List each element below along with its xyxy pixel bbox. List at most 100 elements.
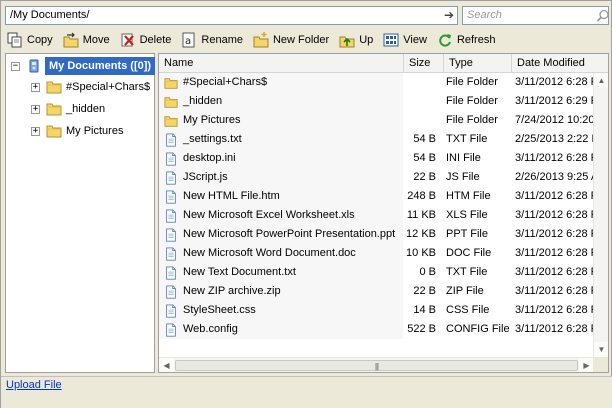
file-name: New Microsoft PowerPoint Presentation.pp… [183, 228, 396, 240]
tree-item[interactable]: + #Special+Chars$ [31, 78, 150, 96]
file-name: desktop.ini [183, 152, 236, 164]
address-input[interactable]: /My Documents/ [5, 6, 458, 25]
table-row[interactable]: New Microsoft Word Document.doc 10 KB DOC … [159, 244, 608, 263]
file-name: _hidden [183, 95, 223, 107]
file-type: File Folder [446, 76, 498, 88]
address-row: /My Documents/ ➔ Search [5, 5, 609, 27]
file-type: HTM File [446, 190, 491, 202]
file-icon [166, 284, 176, 299]
file-size: 522 B [407, 323, 436, 335]
table-row[interactable]: New ZIP archive.zip 22 B ZIP File 3/11/2012… [159, 282, 608, 301]
toolbar: Copy Move Delete a Rename New Folder Up … [5, 29, 609, 51]
scroll-down-icon[interactable]: ▼ [594, 342, 608, 357]
tree-root-label: My Documents ([0]) [45, 57, 156, 75]
expand-icon[interactable]: + [31, 126, 40, 136]
scroll-up-icon[interactable]: ▲ [594, 73, 608, 88]
file-name: New Microsoft Excel Worksheet.xls [183, 209, 355, 221]
tree-item[interactable]: + My Pictures [31, 122, 123, 140]
name-cell: New Microsoft PowerPoint Presentation.pp… [164, 225, 404, 244]
scroll-right-icon[interactable]: ▶ [579, 358, 594, 372]
expand-icon[interactable]: + [31, 82, 40, 92]
file-type: CONFIG File [446, 323, 510, 335]
folder-icon [164, 96, 178, 108]
folder-icon [164, 115, 178, 127]
file-type: File Folder [446, 95, 498, 107]
file-icon [166, 189, 176, 204]
file-type: INI File [446, 152, 481, 164]
file-size: 11 KB [406, 209, 436, 221]
magnifier-icon[interactable] [596, 9, 610, 23]
expand-icon[interactable]: + [31, 104, 40, 114]
file-size: 14 B [413, 304, 436, 316]
horizontal-scrollbar[interactable]: ◀ ||| ▶ [159, 357, 594, 372]
column-type[interactable]: Type [444, 54, 512, 73]
up-button[interactable]: Up [337, 30, 377, 50]
name-cell: New HTML File.htm [164, 187, 404, 206]
file-type: TXT File [446, 133, 488, 145]
file-name: StyleSheet.css [183, 304, 256, 316]
column-date[interactable]: Date Modified [512, 54, 608, 73]
name-cell: My Pictures [164, 111, 404, 130]
file-list: Name Size Type Date Modified #Special+Ch… [158, 53, 609, 373]
file-icon [166, 208, 176, 223]
tree-item[interactable]: + _hidden [31, 100, 105, 118]
name-cell: _hidden [164, 92, 404, 111]
file-size: 12 KB [406, 228, 436, 240]
folder-icon [46, 125, 62, 138]
svg-text:a: a [185, 36, 191, 47]
table-row[interactable]: #Special+Chars$ File Folder 3/11/2012 6:28… [159, 73, 608, 92]
upload-file-link[interactable]: Upload File [6, 379, 62, 391]
scroll-left-icon[interactable]: ◀ [159, 358, 174, 372]
file-size: 22 B [413, 171, 436, 183]
table-row[interactable]: New Microsoft Excel Worksheet.xls 11 KB XL… [159, 206, 608, 225]
column-size[interactable]: Size [404, 54, 444, 73]
file-icon [166, 322, 176, 337]
copy-button[interactable]: Copy [5, 30, 57, 50]
vertical-scrollbar[interactable]: ▲ ▼ [593, 73, 608, 357]
file-size [404, 92, 436, 111]
view-grid-icon [383, 33, 399, 47]
new-folder-button[interactable]: New Folder [251, 30, 333, 50]
name-cell: New Microsoft Excel Worksheet.xls [164, 206, 404, 225]
table-row[interactable]: Web.config 522 B CONFIG File 3/11/2012 6:28… [159, 320, 608, 339]
arrow-right-icon[interactable]: ➔ [442, 8, 456, 22]
table-row[interactable]: desktop.ini 54 B INI File 3/11/2012 6:28 PM [159, 149, 608, 168]
scroll-thumb[interactable]: ||| [175, 360, 578, 371]
table-row[interactable]: JScript.js 22 B JS File 2/26/2013 9:25 AM [159, 168, 608, 187]
folder-up-icon [339, 36, 355, 48]
search-input[interactable]: Search [462, 6, 609, 25]
rename-button[interactable]: a Rename [179, 30, 247, 50]
table-row[interactable]: _settings.txt 54 B TXT File 2/25/2013 2:22 … [159, 130, 608, 149]
move-button[interactable]: Move [61, 30, 114, 50]
collapse-icon[interactable]: − [11, 61, 20, 71]
tree-item-label: #Special+Chars$ [66, 81, 151, 93]
folder-icon [164, 77, 178, 89]
file-name: New Text Document.txt [183, 266, 296, 278]
file-size: 22 B [413, 285, 436, 297]
file-icon [166, 265, 176, 280]
name-cell: StyleSheet.css [164, 301, 404, 320]
refresh-button[interactable]: Refresh [435, 30, 500, 50]
file-type: JS File [446, 171, 480, 183]
column-name[interactable]: Name [159, 54, 404, 73]
move-label: Move [82, 34, 110, 46]
file-name: Web.config [183, 323, 238, 335]
name-cell: desktop.ini [164, 149, 404, 168]
delete-button[interactable]: Delete [118, 30, 176, 50]
view-button[interactable]: View [381, 30, 431, 50]
delete-label: Delete [139, 34, 172, 46]
tree-root[interactable]: − My Documents ([0]) [11, 57, 156, 75]
table-row[interactable]: New Text Document.txt 0 B TXT File 3/11/201… [159, 263, 608, 282]
my-documents-icon [29, 59, 39, 73]
rename-icon: a [182, 32, 195, 48]
table-row[interactable]: New HTML File.htm 248 B HTM File 3/11/2012 … [159, 187, 608, 206]
new-folder-label: New Folder [272, 34, 330, 46]
file-type: DOC File [446, 247, 492, 259]
table-row[interactable]: _hidden File Folder 3/11/2012 6:29 PM [159, 92, 608, 111]
table-row[interactable]: My Pictures File Folder 7/24/2012 10:20 AM [159, 111, 608, 130]
name-cell: _settings.txt [164, 130, 404, 149]
name-cell: JScript.js [164, 168, 404, 187]
table-row[interactable]: StyleSheet.css 14 B CSS File 3/11/2012 6:28… [159, 301, 608, 320]
folder-icon [46, 81, 62, 94]
table-row[interactable]: New Microsoft PowerPoint Presentation.pp… [159, 225, 608, 244]
